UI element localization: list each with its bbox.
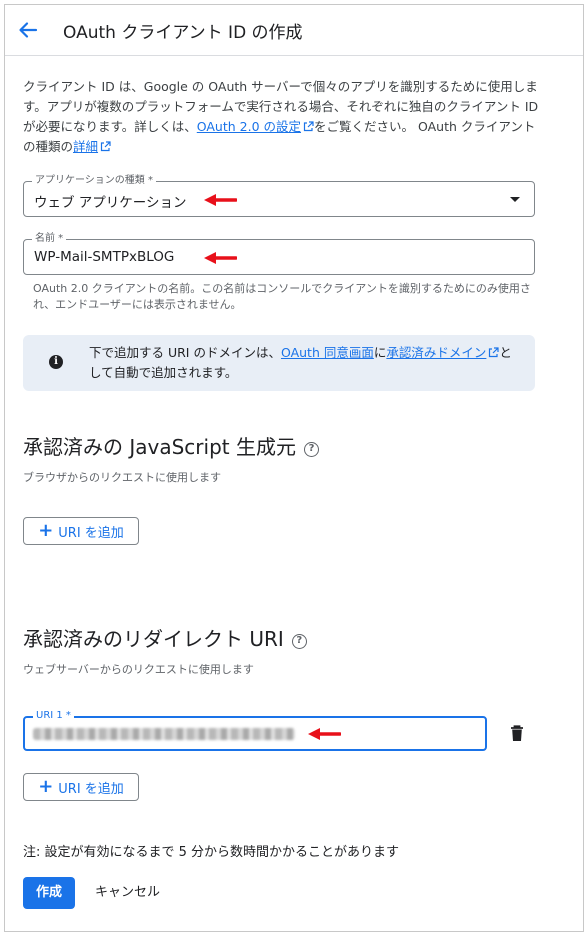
name-label: 名前 *: [32, 232, 67, 246]
dialog-frame: OAuth クライアント ID の作成 クライアント ID は、Google の…: [4, 4, 584, 932]
annotation-arrow: [204, 194, 237, 206]
authorized-domains-link[interactable]: 承認済みドメイン: [386, 345, 486, 360]
page-title: OAuth クライアント ID の作成: [63, 23, 303, 43]
external-link-icon: [100, 141, 111, 152]
info-banner: i 下で追加する URI のドメインは、OAuth 同意画面に承認済みドメインと…: [23, 335, 535, 391]
uri-label: URI 1 *: [33, 709, 74, 723]
info-text-part: 下で追加する URI のドメインは、: [89, 345, 281, 360]
intro-text: クライアント ID は、Google の OAuth サーバーで個々のアプリを識…: [23, 77, 541, 157]
trash-icon: [511, 725, 523, 741]
app-type-value: ウェブ アプリケーション: [34, 195, 187, 211]
info-text: 下で追加する URI のドメインは、OAuth 同意画面に承認済みドメイン として…: [89, 343, 519, 383]
app-type-label: アプリケーションの種類 *: [32, 174, 156, 188]
info-text-part: に: [373, 345, 387, 360]
back-button[interactable]: [13, 15, 43, 45]
info-icon: i: [49, 355, 63, 369]
help-icon[interactable]: ?: [303, 442, 319, 457]
help-icon[interactable]: ?: [291, 634, 307, 649]
js-origins-title: 承認済みの JavaScript 生成元?: [23, 431, 319, 460]
caret-down-icon: [510, 197, 520, 202]
add-redirect-uri-button[interactable]: + URI を追加: [23, 773, 139, 801]
cancel-button[interactable]: キャンセル: [89, 877, 166, 909]
plus-icon: +: [38, 520, 54, 541]
app-type-select[interactable]: アプリケーションの種類 * ウェブ アプリケーション: [23, 174, 535, 217]
propagation-note: 注: 設定が有効になるまで 5 分から数時間かかることがあります: [23, 845, 400, 860]
external-link-icon: [489, 347, 499, 358]
add-js-origin-label: URI を追加: [58, 525, 124, 541]
name-hint: OAuth 2.0 クライアントの名前。この名前はコンソールでクライアントを識別…: [33, 282, 531, 311]
page-header: OAuth クライアント ID の作成: [5, 5, 583, 56]
js-origins-subtitle: ブラウザからのリクエストに使用します: [23, 471, 221, 484]
annotation-arrow: [204, 252, 237, 264]
add-redirect-uri-label: URI を追加: [58, 781, 124, 797]
annotation-arrow: [308, 728, 341, 740]
add-js-origin-button[interactable]: + URI を追加: [23, 517, 139, 545]
redirect-uris-title: 承認済みのリダイレクト URI?: [23, 623, 307, 652]
redirect-uri-field[interactable]: URI 1 *: [23, 709, 487, 751]
name-field[interactable]: 名前 * WP-Mail-SMTPxBLOG: [23, 232, 535, 275]
redirect-uris-subtitle: ウェブサーバーからのリクエストに使用します: [23, 663, 254, 676]
consent-screen-link[interactable]: OAuth 同意画面: [281, 345, 374, 360]
js-origins-title-text: 承認済みの JavaScript 生成元: [23, 435, 296, 459]
plus-icon: +: [38, 776, 54, 797]
name-value: WP-Mail-SMTPxBLOG: [34, 249, 175, 265]
delete-uri-button[interactable]: [507, 723, 527, 745]
redacted-uri-value: [33, 728, 295, 740]
redirect-uris-title-text: 承認済みのリダイレクト URI: [23, 627, 284, 651]
oauth-settings-link[interactable]: OAuth 2.0 の設定: [197, 119, 301, 134]
external-link-icon: [303, 121, 314, 132]
details-link[interactable]: 詳細: [73, 139, 98, 154]
create-button[interactable]: 作成: [23, 877, 75, 909]
arrow-left-icon: [19, 22, 38, 38]
